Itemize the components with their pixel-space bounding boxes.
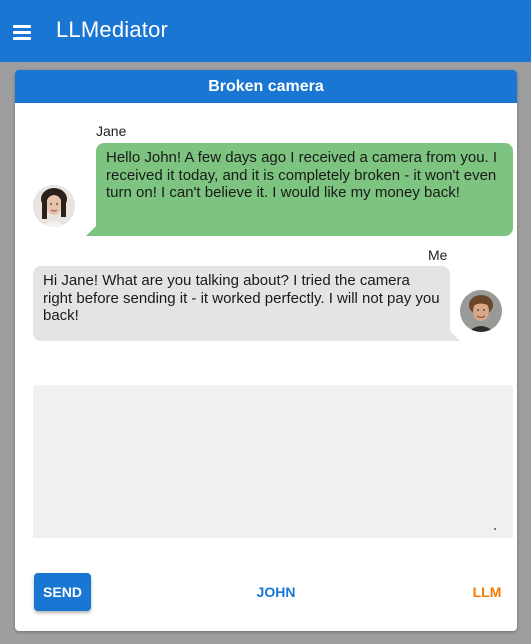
app-bar: LLMediator [0,0,531,62]
message-bubble-jane: Hello John! A few days ago I received a … [86,143,513,236]
message-input[interactable] [33,385,513,538]
send-button[interactable]: SEND [34,573,91,611]
sender-name-me: Me [428,247,448,263]
sender-name-jane: Jane [96,123,127,139]
resize-handle[interactable] [494,528,496,530]
app-title: LLMediator [56,17,169,42]
message-bubble-me: Hi Jane! What are you talking about? I t… [33,266,460,341]
chat-card: Broken camera Jane Hello John! A few day… [15,70,517,631]
hamburger-menu-icon[interactable] [13,23,35,40]
chat-title: Broken camera [15,70,517,103]
avatar-me [460,290,502,332]
john-button[interactable]: JOHN [246,573,306,611]
llm-button[interactable]: LLM [462,573,512,611]
avatar-jane [33,185,75,227]
